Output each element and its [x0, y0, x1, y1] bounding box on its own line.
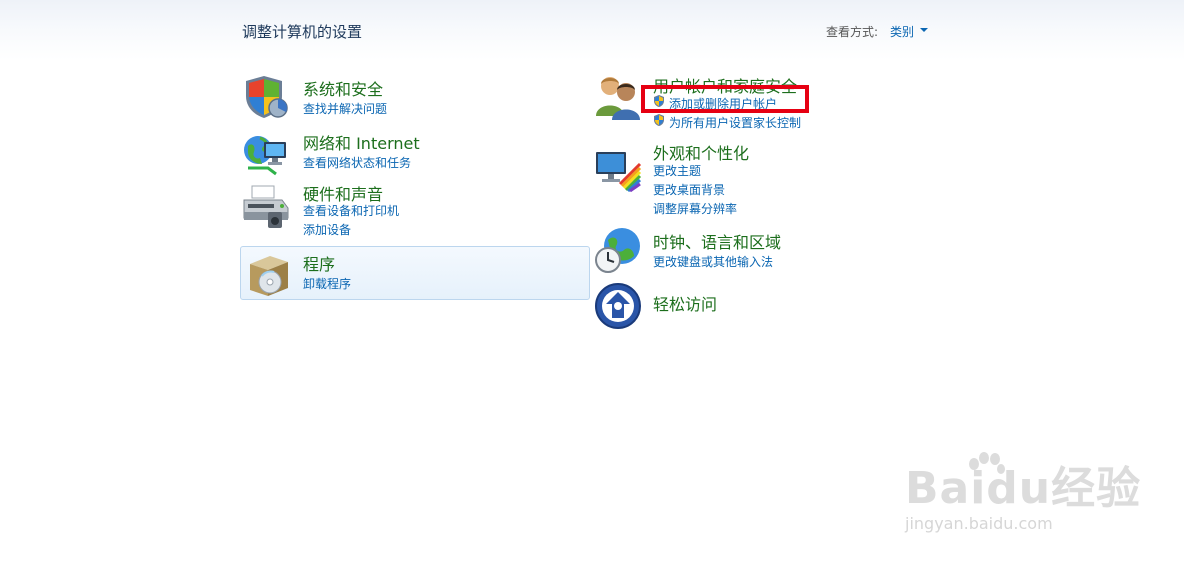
link-uninstall-program[interactable]: 卸载程序: [303, 275, 351, 292]
clock-globe-icon[interactable]: [594, 226, 642, 274]
link-troubleshoot[interactable]: 查找并解决问题: [303, 100, 387, 117]
programs-icon[interactable]: [244, 250, 292, 298]
link-parental-controls[interactable]: 为所有用户设置家长控制: [669, 114, 801, 131]
monitor-palette-icon[interactable]: [594, 144, 642, 192]
uac-shield-icon: [652, 113, 666, 127]
baidu-watermark: Baidu经验 jingyan.baidu.com: [905, 452, 1141, 533]
view-by-label: 查看方式:: [826, 25, 879, 39]
highlight-box: [641, 85, 809, 113]
page-title: 调整计算机的设置: [242, 23, 363, 41]
category-title-clock-region[interactable]: 时钟、语言和区域: [653, 229, 781, 253]
watermark-url: jingyan.baidu.com: [905, 514, 1053, 533]
shield-icon[interactable]: [242, 72, 290, 120]
programs-category-hover[interactable]: [240, 246, 590, 300]
category-title-network[interactable]: 网络和 Internet: [303, 130, 420, 154]
ease-of-access-icon[interactable]: [594, 282, 642, 330]
category-title-programs[interactable]: 程序: [303, 251, 335, 275]
link-add-device[interactable]: 添加设备: [303, 221, 351, 238]
globe-network-icon[interactable]: [242, 130, 290, 178]
view-by-dropdown[interactable]: 类别: [890, 23, 914, 40]
category-title-appearance[interactable]: 外观和个性化: [653, 140, 749, 164]
link-change-keyboard[interactable]: 更改键盘或其他输入法: [653, 253, 773, 270]
category-title-ease-of-access[interactable]: 轻松访问: [653, 291, 717, 315]
link-adjust-resolution[interactable]: 调整屏幕分辨率: [653, 200, 737, 217]
header-band: [0, 0, 1184, 60]
watermark-logo: Baidu经验: [905, 463, 1142, 514]
link-change-theme[interactable]: 更改主题: [653, 162, 701, 179]
paw-icon: [969, 452, 1005, 474]
link-change-desktop-background[interactable]: 更改桌面背景: [653, 181, 725, 198]
printer-icon[interactable]: [242, 182, 290, 230]
users-icon[interactable]: [594, 72, 642, 120]
category-title-system-security[interactable]: 系统和安全: [303, 76, 383, 100]
link-network-status[interactable]: 查看网络状态和任务: [303, 154, 411, 171]
link-devices-printers[interactable]: 查看设备和打印机: [303, 202, 399, 219]
chevron-down-icon[interactable]: [920, 28, 928, 32]
